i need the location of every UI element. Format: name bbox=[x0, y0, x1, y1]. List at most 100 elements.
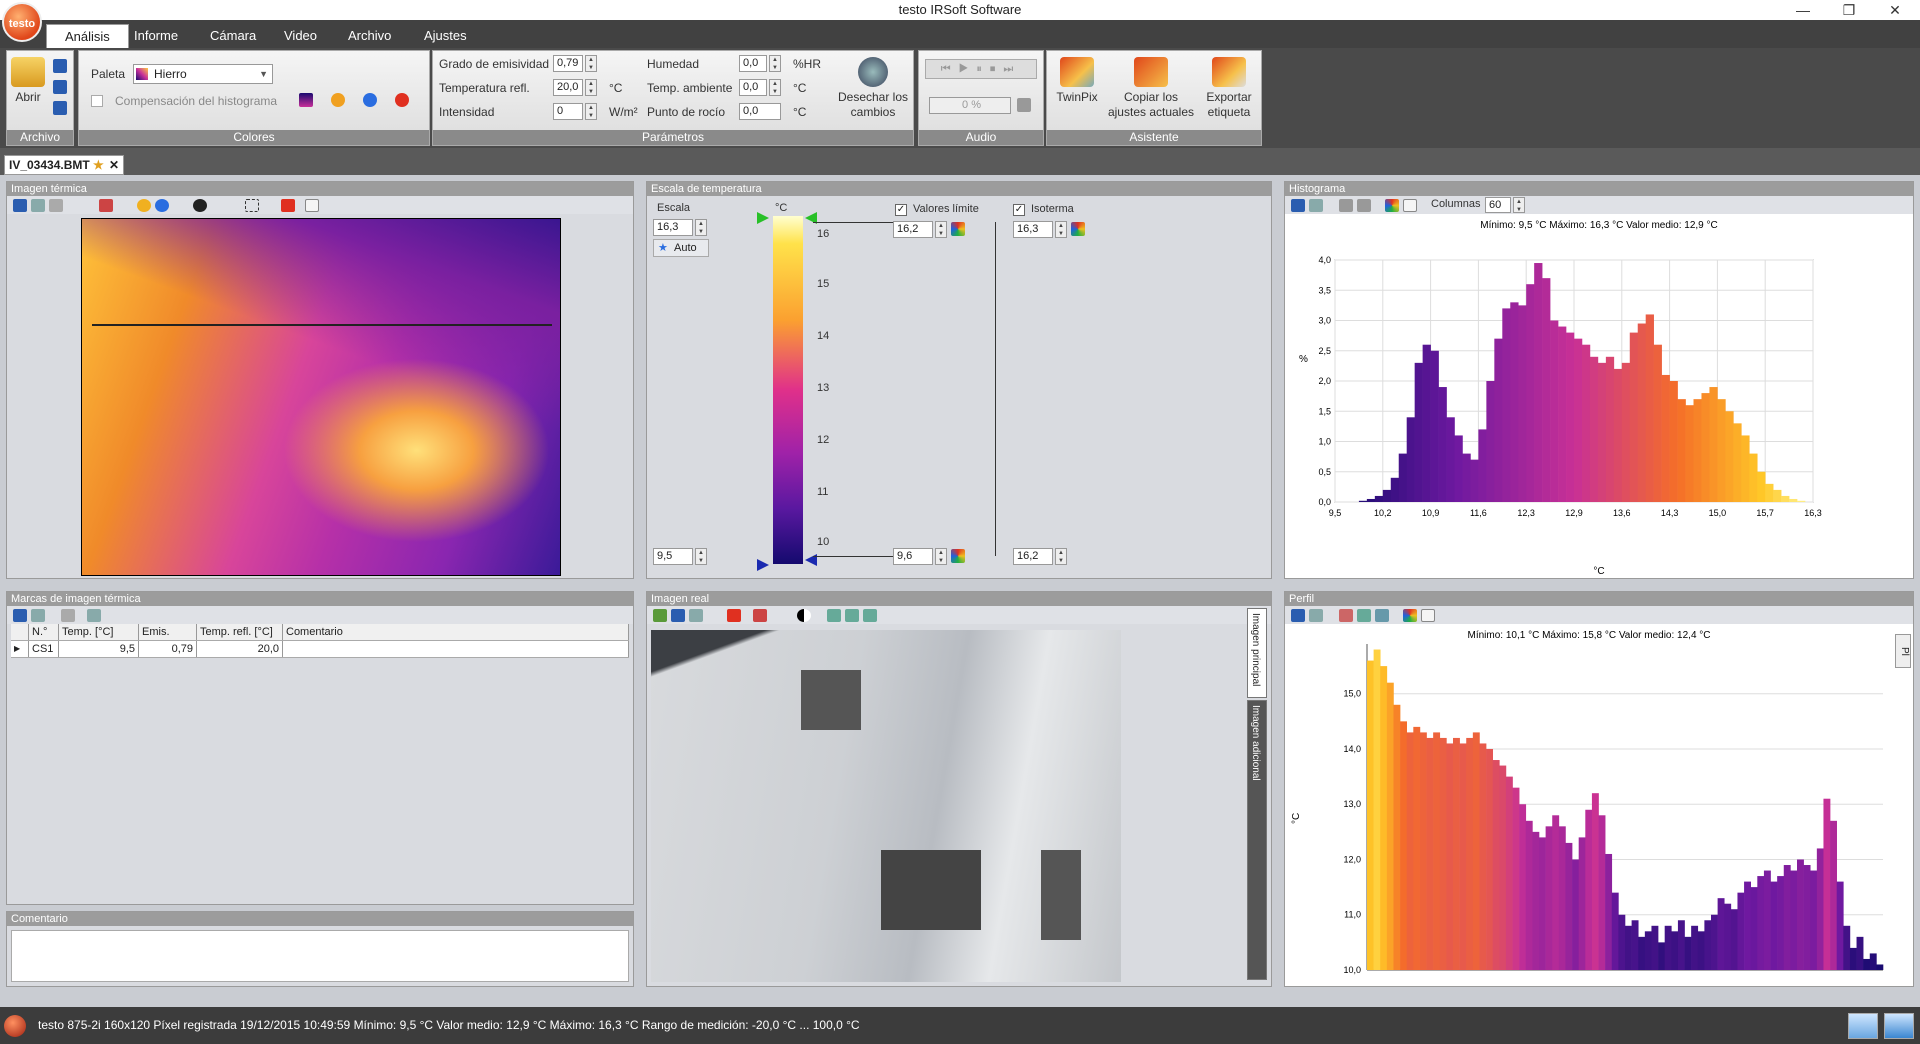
twinpix-button[interactable]: TwinPix bbox=[1049, 57, 1105, 105]
limit-bottom-spinner[interactable]: ▲ ▼ bbox=[935, 548, 947, 565]
audio-controls[interactable]: ⏮▶⏸⏹⏭ bbox=[925, 59, 1037, 79]
hist-percent-icon[interactable] bbox=[1357, 199, 1371, 212]
limit-top-color-icon[interactable] bbox=[951, 222, 965, 236]
limit-top-field[interactable]: 16,2 bbox=[893, 221, 933, 238]
save-icon[interactable] bbox=[53, 59, 67, 73]
save-icon[interactable] bbox=[13, 609, 27, 622]
int-field[interactable]: 0 bbox=[553, 103, 583, 120]
hum-spinner[interactable]: ▲ ▼ bbox=[769, 55, 781, 72]
area-chart-icon[interactable] bbox=[1375, 609, 1389, 622]
save-icon[interactable] bbox=[13, 199, 27, 212]
col-number[interactable]: N.° bbox=[29, 624, 59, 640]
int-spinner[interactable]: ▲ ▼ bbox=[585, 103, 597, 120]
tab-camara[interactable]: Cámara bbox=[192, 24, 274, 48]
upper-left-marker[interactable] bbox=[757, 212, 769, 224]
emis-field[interactable]: 0,79 bbox=[553, 55, 583, 72]
discard-changes-button[interactable]: Desechar los cambios bbox=[837, 57, 909, 120]
audio-save-icon[interactable] bbox=[1017, 98, 1031, 112]
col-comment[interactable]: Comentario bbox=[283, 624, 629, 640]
dew-field[interactable]: 0,0 bbox=[739, 103, 781, 120]
tab-imagen-principal[interactable]: Imagen principal bbox=[1247, 608, 1267, 698]
copy-icon[interactable] bbox=[689, 609, 703, 622]
limit-bottom-field[interactable]: 9,6 bbox=[893, 548, 933, 565]
open-icon[interactable] bbox=[653, 609, 667, 622]
scale-bottom-field[interactable]: 9,5 bbox=[653, 548, 693, 565]
open-button[interactable]: Abrir bbox=[11, 57, 45, 105]
profile-line[interactable] bbox=[92, 324, 552, 326]
col-temp[interactable]: Temp. [°C] bbox=[59, 624, 139, 640]
table-row[interactable]: ▶ CS1 9,5 0,79 20,0 bbox=[11, 641, 629, 658]
tab-imagen-adicional[interactable]: Imagen adicional bbox=[1247, 700, 1267, 980]
zoom-out-icon[interactable] bbox=[845, 609, 859, 622]
columns-field[interactable]: 60 bbox=[1485, 197, 1511, 213]
tool-icon[interactable] bbox=[49, 199, 63, 212]
columns-spinner[interactable]: ▲ ▼ bbox=[1513, 197, 1525, 213]
tab-video[interactable]: Video bbox=[266, 24, 335, 48]
overlay-icon[interactable] bbox=[753, 609, 767, 622]
palette-icon[interactable] bbox=[1403, 609, 1417, 622]
delete-icon[interactable] bbox=[727, 609, 741, 622]
layout-view-icon[interactable] bbox=[1848, 1013, 1878, 1039]
zoom-fit-icon[interactable] bbox=[863, 609, 877, 622]
color-high-icon[interactable] bbox=[331, 93, 345, 107]
iso-color-icon[interactable] bbox=[1071, 222, 1085, 236]
iso-bottom-spinner[interactable]: ▲ ▼ bbox=[1055, 548, 1067, 565]
copy-icon[interactable] bbox=[31, 199, 45, 212]
iso-top-spinner[interactable]: ▲ ▼ bbox=[1055, 221, 1067, 238]
copy-settings-button[interactable]: Copiar los ajustes actuales bbox=[1105, 57, 1197, 120]
send-icon[interactable] bbox=[87, 609, 101, 622]
contrast-icon[interactable] bbox=[797, 609, 811, 622]
color-low-icon[interactable] bbox=[299, 93, 313, 107]
line-chart-icon[interactable] bbox=[1357, 609, 1371, 622]
scale-bottom-spinner[interactable]: ▲ ▼ bbox=[695, 548, 707, 565]
area-select-icon[interactable] bbox=[245, 199, 259, 212]
grid-icon[interactable] bbox=[305, 199, 319, 212]
scale-top-spinner[interactable]: ▲ ▼ bbox=[695, 219, 707, 236]
palette-icon[interactable] bbox=[1385, 199, 1399, 212]
marker-icon[interactable] bbox=[99, 199, 113, 212]
hot-spot-icon[interactable] bbox=[137, 199, 151, 212]
grid-icon[interactable] bbox=[1421, 609, 1435, 622]
star-icon[interactable]: ★ bbox=[93, 156, 104, 174]
iso-top-field[interactable]: 16,3 bbox=[1013, 221, 1053, 238]
hist-mode-icon[interactable] bbox=[1339, 199, 1353, 212]
save-icon[interactable] bbox=[671, 609, 685, 622]
copy-icon[interactable] bbox=[31, 609, 45, 622]
save-icon[interactable] bbox=[1291, 609, 1305, 622]
cold-spot-icon[interactable] bbox=[155, 199, 169, 212]
color-alarm-icon[interactable] bbox=[395, 93, 409, 107]
hum-field[interactable]: 0,0 bbox=[739, 55, 767, 72]
tab-informe[interactable]: Informe bbox=[116, 24, 196, 48]
iso-bottom-field[interactable]: 16,2 bbox=[1013, 548, 1053, 565]
limit-top-spinner[interactable]: ▲ ▼ bbox=[935, 221, 947, 238]
comment-textarea[interactable] bbox=[11, 930, 629, 982]
delete-mark-icon[interactable] bbox=[61, 609, 75, 622]
save-icon[interactable] bbox=[1291, 199, 1305, 212]
tamb-field[interactable]: 0,0 bbox=[739, 79, 767, 96]
grid-icon[interactable] bbox=[1403, 199, 1417, 212]
save-as-icon[interactable] bbox=[53, 80, 67, 94]
scale-top-field[interactable]: 16,3 bbox=[653, 219, 693, 236]
bar-chart-icon[interactable] bbox=[1339, 609, 1353, 622]
save-all-icon[interactable] bbox=[53, 101, 67, 115]
cell-comment[interactable] bbox=[283, 641, 629, 657]
maximize-button[interactable]: ❐ bbox=[1826, 0, 1872, 20]
delete-icon[interactable] bbox=[281, 199, 295, 212]
export-label-button[interactable]: Exportar etiqueta bbox=[1199, 57, 1259, 120]
copy-icon[interactable] bbox=[1309, 609, 1323, 622]
hist-comp-checkbox[interactable] bbox=[91, 95, 103, 107]
tref-field[interactable]: 20,0 bbox=[553, 79, 583, 96]
auto-button[interactable]: ★ Auto bbox=[653, 239, 709, 257]
delete-marks-icon[interactable] bbox=[193, 199, 207, 212]
tab-ajustes[interactable]: Ajustes bbox=[406, 24, 485, 48]
col-temp-refl[interactable]: Temp. refl. [°C] bbox=[197, 624, 283, 640]
lower-left-marker[interactable] bbox=[757, 559, 769, 571]
app-logo[interactable]: testo bbox=[2, 2, 42, 42]
profile-side-tab[interactable]: Pl bbox=[1895, 634, 1911, 668]
color-iso-icon[interactable] bbox=[363, 93, 377, 107]
col-emis[interactable]: Emis. bbox=[139, 624, 197, 640]
copy-icon[interactable] bbox=[1309, 199, 1323, 212]
minimize-button[interactable]: — bbox=[1780, 0, 1826, 20]
isotherm-checkbox[interactable]: ✓ bbox=[1013, 204, 1025, 216]
limits-checkbox[interactable]: ✓ bbox=[895, 204, 907, 216]
